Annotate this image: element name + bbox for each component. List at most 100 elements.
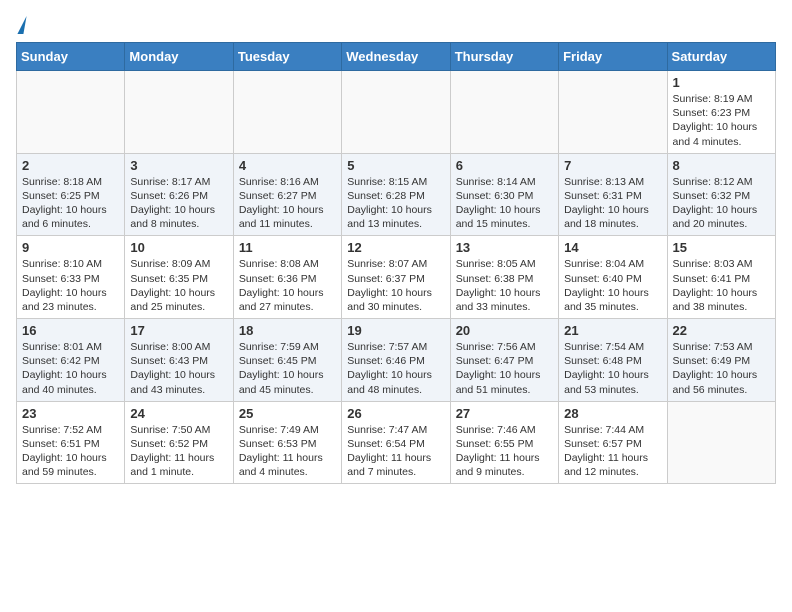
calendar-cell	[233, 71, 341, 154]
weekday-header-tuesday: Tuesday	[233, 43, 341, 71]
calendar-cell: 6 Sunrise: 8:14 AM Sunset: 6:30 PM Daylig…	[450, 153, 558, 236]
day-info: Sunrise: 8:16 AM Sunset: 6:27 PM Dayligh…	[239, 175, 336, 232]
day-info: Sunrise: 8:05 AM Sunset: 6:38 PM Dayligh…	[456, 257, 553, 314]
logo-triangle-icon	[17, 16, 26, 34]
day-info: Sunrise: 8:08 AM Sunset: 6:36 PM Dayligh…	[239, 257, 336, 314]
calendar-cell: 27Sunrise: 7:46 AM Sunset: 6:55 PM Dayli…	[450, 401, 558, 484]
calendar-cell: 5 Sunrise: 8:15 AM Sunset: 6:28 PM Daylig…	[342, 153, 450, 236]
weekday-header-thursday: Thursday	[450, 43, 558, 71]
weekday-header-monday: Monday	[125, 43, 233, 71]
day-number: 19	[347, 323, 444, 338]
calendar-cell: 12 Sunrise: 8:07 AM Sunset: 6:37 PM Dayli…	[342, 236, 450, 319]
calendar-cell	[559, 71, 667, 154]
calendar-cell: 28 Sunrise: 7:44 AM Sunset: 6:57 PM Dayli…	[559, 401, 667, 484]
day-number: 9	[22, 240, 119, 255]
day-info: Sunrise: 8:10 AM Sunset: 6:33 PM Dayligh…	[22, 257, 119, 314]
calendar-cell: 26 Sunrise: 7:47 AM Sunset: 6:54 PM Dayli…	[342, 401, 450, 484]
day-number: 8	[673, 158, 770, 173]
calendar-header-row: SundayMondayTuesdayWednesdayThursdayFrid…	[17, 43, 776, 71]
weekday-header-friday: Friday	[559, 43, 667, 71]
weekday-header-wednesday: Wednesday	[342, 43, 450, 71]
day-number: 18	[239, 323, 336, 338]
day-info: Sunrise: 8:13 AM Sunset: 6:31 PM Dayligh…	[564, 175, 661, 232]
calendar-cell	[17, 71, 125, 154]
day-info: Sunrise: 7:46 AM Sunset: 6:55 PM Dayligh…	[456, 423, 553, 480]
calendar-cell: 23Sunrise: 7:52 AM Sunset: 6:51 PM Dayli…	[17, 401, 125, 484]
day-info: Sunrise: 7:53 AM Sunset: 6:49 PM Dayligh…	[673, 340, 770, 397]
day-number: 13	[456, 240, 553, 255]
day-info: Sunrise: 8:17 AM Sunset: 6:26 PM Dayligh…	[130, 175, 227, 232]
calendar-cell: 13 Sunrise: 8:05 AM Sunset: 6:38 PM Dayli…	[450, 236, 558, 319]
calendar-cell	[125, 71, 233, 154]
day-info: Sunrise: 7:57 AM Sunset: 6:46 PM Dayligh…	[347, 340, 444, 397]
day-number: 1	[673, 75, 770, 90]
day-number: 21	[564, 323, 661, 338]
day-info: Sunrise: 8:04 AM Sunset: 6:40 PM Dayligh…	[564, 257, 661, 314]
day-info: Sunrise: 7:52 AM Sunset: 6:51 PM Dayligh…	[22, 423, 119, 480]
day-number: 22	[673, 323, 770, 338]
day-info: Sunrise: 7:44 AM Sunset: 6:57 PM Dayligh…	[564, 423, 661, 480]
day-info: Sunrise: 7:47 AM Sunset: 6:54 PM Dayligh…	[347, 423, 444, 480]
weekday-header-sunday: Sunday	[17, 43, 125, 71]
day-number: 14	[564, 240, 661, 255]
calendar-cell	[450, 71, 558, 154]
day-info: Sunrise: 8:12 AM Sunset: 6:32 PM Dayligh…	[673, 175, 770, 232]
calendar-cell: 22 Sunrise: 7:53 AM Sunset: 6:49 PM Dayli…	[667, 319, 775, 402]
day-info: Sunrise: 8:00 AM Sunset: 6:43 PM Dayligh…	[130, 340, 227, 397]
day-number: 24	[130, 406, 227, 421]
day-info: Sunrise: 8:09 AM Sunset: 6:35 PM Dayligh…	[130, 257, 227, 314]
day-info: Sunrise: 7:59 AM Sunset: 6:45 PM Dayligh…	[239, 340, 336, 397]
day-number: 15	[673, 240, 770, 255]
day-info: Sunrise: 7:49 AM Sunset: 6:53 PM Dayligh…	[239, 423, 336, 480]
calendar-cell: 1 Sunrise: 8:19 AM Sunset: 6:23 PM Daylig…	[667, 71, 775, 154]
calendar-cell: 25 Sunrise: 7:49 AM Sunset: 6:53 PM Dayli…	[233, 401, 341, 484]
day-number: 26	[347, 406, 444, 421]
weekday-header-saturday: Saturday	[667, 43, 775, 71]
day-number: 3	[130, 158, 227, 173]
calendar-cell: 24 Sunrise: 7:50 AM Sunset: 6:52 PM Dayli…	[125, 401, 233, 484]
calendar-week-3: 16 Sunrise: 8:01 AM Sunset: 6:42 PM Dayli…	[17, 319, 776, 402]
day-number: 25	[239, 406, 336, 421]
calendar-cell: 11 Sunrise: 8:08 AM Sunset: 6:36 PM Dayli…	[233, 236, 341, 319]
day-number: 7	[564, 158, 661, 173]
calendar-cell: 19 Sunrise: 7:57 AM Sunset: 6:46 PM Dayli…	[342, 319, 450, 402]
calendar-cell: 4Sunrise: 8:16 AM Sunset: 6:27 PM Daylig…	[233, 153, 341, 236]
day-info: Sunrise: 8:15 AM Sunset: 6:28 PM Dayligh…	[347, 175, 444, 232]
calendar-week-4: 23Sunrise: 7:52 AM Sunset: 6:51 PM Dayli…	[17, 401, 776, 484]
calendar-cell: 16 Sunrise: 8:01 AM Sunset: 6:42 PM Dayli…	[17, 319, 125, 402]
calendar-cell	[342, 71, 450, 154]
day-info: Sunrise: 7:56 AM Sunset: 6:47 PM Dayligh…	[456, 340, 553, 397]
calendar-table: SundayMondayTuesdayWednesdayThursdayFrid…	[16, 42, 776, 484]
day-number: 20	[456, 323, 553, 338]
day-number: 17	[130, 323, 227, 338]
calendar-cell: 8 Sunrise: 8:12 AM Sunset: 6:32 PM Daylig…	[667, 153, 775, 236]
calendar-week-1: 2 Sunrise: 8:18 AM Sunset: 6:25 PM Daylig…	[17, 153, 776, 236]
day-info: Sunrise: 8:03 AM Sunset: 6:41 PM Dayligh…	[673, 257, 770, 314]
calendar-cell: 21 Sunrise: 7:54 AM Sunset: 6:48 PM Dayli…	[559, 319, 667, 402]
day-number: 28	[564, 406, 661, 421]
day-number: 12	[347, 240, 444, 255]
day-number: 16	[22, 323, 119, 338]
calendar-cell: 7 Sunrise: 8:13 AM Sunset: 6:31 PM Daylig…	[559, 153, 667, 236]
day-info: Sunrise: 7:50 AM Sunset: 6:52 PM Dayligh…	[130, 423, 227, 480]
logo-blue	[16, 16, 25, 34]
calendar-cell: 9 Sunrise: 8:10 AM Sunset: 6:33 PM Daylig…	[17, 236, 125, 319]
calendar-cell: 2 Sunrise: 8:18 AM Sunset: 6:25 PM Daylig…	[17, 153, 125, 236]
logo	[16, 16, 25, 34]
calendar-week-0: 1 Sunrise: 8:19 AM Sunset: 6:23 PM Daylig…	[17, 71, 776, 154]
day-number: 5	[347, 158, 444, 173]
day-number: 10	[130, 240, 227, 255]
day-number: 2	[22, 158, 119, 173]
calendar-body: 1 Sunrise: 8:19 AM Sunset: 6:23 PM Daylig…	[17, 71, 776, 484]
calendar-cell: 15 Sunrise: 8:03 AM Sunset: 6:41 PM Dayli…	[667, 236, 775, 319]
day-number: 11	[239, 240, 336, 255]
day-info: Sunrise: 8:14 AM Sunset: 6:30 PM Dayligh…	[456, 175, 553, 232]
day-info: Sunrise: 8:01 AM Sunset: 6:42 PM Dayligh…	[22, 340, 119, 397]
calendar-cell: 20 Sunrise: 7:56 AM Sunset: 6:47 PM Dayli…	[450, 319, 558, 402]
day-info: Sunrise: 8:07 AM Sunset: 6:37 PM Dayligh…	[347, 257, 444, 314]
day-number: 6	[456, 158, 553, 173]
day-info: Sunrise: 7:54 AM Sunset: 6:48 PM Dayligh…	[564, 340, 661, 397]
day-info: Sunrise: 8:18 AM Sunset: 6:25 PM Dayligh…	[22, 175, 119, 232]
day-info: Sunrise: 8:19 AM Sunset: 6:23 PM Dayligh…	[673, 92, 770, 149]
page-header	[16, 16, 776, 34]
